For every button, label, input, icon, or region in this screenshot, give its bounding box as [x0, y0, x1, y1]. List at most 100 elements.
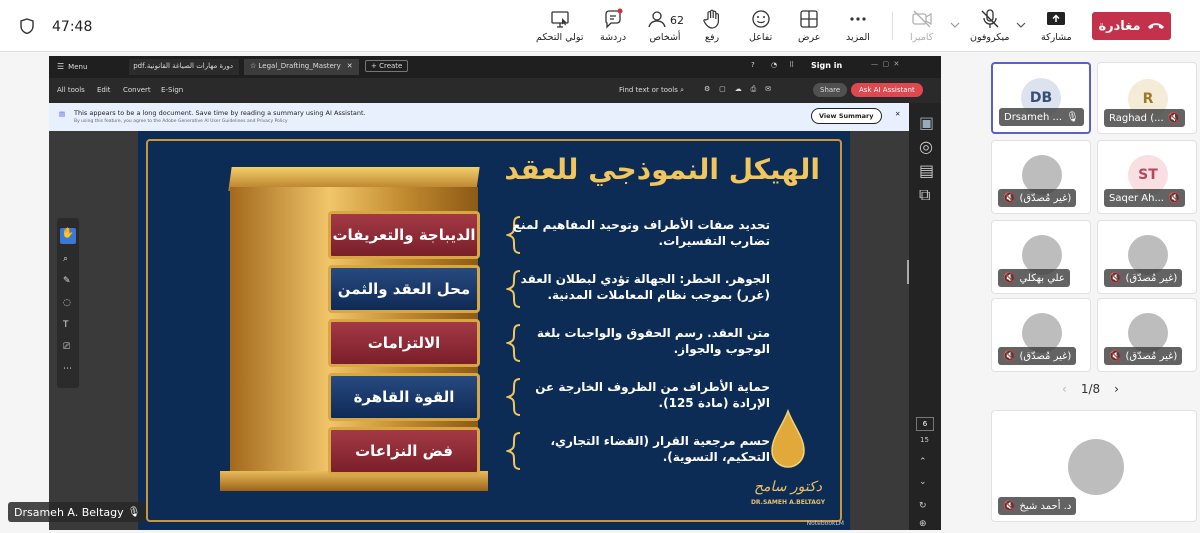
menu-button[interactable]: ☰ Menu — [57, 62, 87, 71]
page-number-field[interactable]: 6 — [916, 417, 934, 431]
mic-on-icon: 🎙 — [127, 506, 141, 518]
stamp-tool-icon[interactable]: ⎚ — [63, 342, 70, 352]
pager-text: 1/8 — [1080, 382, 1101, 396]
people-label: أشخاص — [649, 32, 681, 43]
tool-edit[interactable]: Edit — [97, 86, 111, 94]
participant-tile[interactable]: (غير مُصدّق) 🔇 — [1097, 298, 1197, 372]
people-icon — [648, 11, 666, 28]
notebooklm-watermark: NotebookLM — [806, 520, 844, 527]
chat-icon — [605, 8, 623, 29]
view-summary-button[interactable]: View Summary — [811, 108, 882, 124]
bell-icon[interactable]: ◔ — [771, 61, 777, 69]
star-icon: ☆ — [250, 62, 259, 70]
gallery-pager: ‹ 1/8 › — [1062, 382, 1119, 396]
chat-button[interactable]: دردشة — [600, 8, 626, 48]
participant-name: (غير مُصدّق) — [1125, 350, 1178, 362]
participant-tile-large[interactable]: د. أحمد شيخ 🔇 — [991, 410, 1197, 522]
participant-tile[interactable]: (غير مُصدّق) 🔇 — [991, 140, 1091, 214]
toolbar-divider — [892, 12, 893, 40]
text-tool-icon[interactable]: T — [63, 320, 69, 330]
pen-tool-icon[interactable]: ✎ — [63, 276, 71, 286]
brand-text: DR.SAMEH A.BELTAGY — [750, 499, 826, 506]
banner-text: This appears to be a long document. Save… — [74, 109, 366, 117]
raise-hand-button[interactable]: رفع — [701, 8, 723, 48]
apps-grid-icon[interactable]: ⠿ — [789, 61, 794, 69]
tool-convert[interactable]: Convert — [123, 86, 151, 94]
view-button[interactable]: عرض — [798, 8, 820, 48]
mic-options-chevron-icon[interactable] — [1016, 20, 1026, 30]
sign-in-link[interactable]: Sign in — [811, 61, 842, 70]
camera-options-chevron-icon[interactable] — [950, 20, 960, 30]
camera-button[interactable]: كاميرا — [910, 8, 933, 48]
mic-off-icon — [981, 9, 999, 28]
more-button[interactable]: المزيد — [846, 8, 870, 48]
layers-icon[interactable]: ◎ — [919, 137, 933, 156]
take-control-button[interactable]: تولي التحكم — [536, 8, 584, 48]
more-tools-icon[interactable]: ⋯ — [63, 364, 72, 374]
mic-button[interactable]: ميكروفون — [970, 8, 1009, 48]
banner-subtext: By using this feature, you agree to the … — [74, 119, 288, 124]
anonymous-avatar-icon — [1068, 439, 1124, 495]
rotate-icon[interactable]: ↻ — [919, 501, 927, 511]
acrobat-titlebar: ☰ Menu دورة مهارات الصياغة القانونية.pdf … — [49, 56, 941, 78]
zoom-in-icon[interactable]: ⊕ — [919, 519, 927, 529]
participant-tile[interactable]: DB Drsameh ... 🎙 — [991, 62, 1091, 134]
zoom-tool-icon[interactable]: ⌕ — [63, 254, 68, 264]
page-total: 15 — [920, 436, 929, 444]
mic-off-icon: 🔇 — [1109, 272, 1122, 284]
react-button[interactable]: تفاعل — [749, 8, 772, 48]
more-icon — [850, 17, 866, 21]
view-label: عرض — [798, 32, 821, 43]
participant-name: علي بهكلي — [1019, 272, 1065, 284]
participant-nametag: Saqer Ah... 🔇 — [1104, 189, 1186, 207]
tab-pdf[interactable]: دورة مهارات الصياغة القانونية.pdf — [129, 59, 239, 75]
window-controls[interactable]: — ▢ ✕ — [871, 60, 899, 68]
tool-esign[interactable]: E-Sign — [161, 86, 183, 94]
participant-name: (غير مُصدّق) — [1125, 272, 1178, 284]
acrobat-toolbar: All tools Edit Convert E-Sign Find text … — [49, 78, 941, 103]
page-up-icon[interactable]: ⌃ — [919, 457, 927, 467]
participant-tile[interactable]: (غير مُصدّق) 🔇 — [991, 298, 1091, 372]
mic-off-icon: 🔇 — [1109, 350, 1122, 362]
shield-icon[interactable] — [20, 18, 34, 34]
participant-tile[interactable]: R Raghad (... 🔇 — [1097, 62, 1197, 134]
lasso-tool-icon[interactable]: ◌ — [63, 298, 71, 308]
leave-button[interactable]: مغادرة — [1092, 12, 1171, 40]
find-input[interactable]: Find text or tools ⌕ — [619, 86, 684, 95]
scrollbar[interactable] — [907, 260, 909, 284]
tab-active[interactable]: ☆ Legal_Drafting_Mastery ✕ — [244, 59, 359, 75]
bookmark-icon[interactable]: ▤ — [919, 161, 934, 180]
gold-drop-icon — [771, 409, 805, 468]
copy-icon[interactable]: ⧉ — [919, 185, 930, 205]
people-button[interactable]: 62 أشخاص — [646, 8, 684, 48]
presenter-name: Drsameh A. Beltagy — [14, 505, 124, 519]
slide-page: الهيكل النموذجي للعقد الديباجة والتعريفا… — [138, 131, 850, 530]
presenter-nametag: Drsameh A. Beltagy 🎙 — [8, 502, 147, 522]
create-button[interactable]: + Create — [365, 60, 409, 72]
comment-icon[interactable]: ▣ — [919, 113, 934, 132]
share-button[interactable]: مشاركة — [1041, 8, 1072, 48]
participant-name: د. أحمد شيخ — [1019, 500, 1072, 512]
chat-label: دردشة — [600, 32, 627, 43]
tool-all-tools[interactable]: All tools — [57, 86, 85, 94]
people-count: 62 — [670, 13, 684, 27]
participant-nametag: علي بهكلي 🔇 — [998, 269, 1070, 287]
hand-tool-icon[interactable]: ✋ — [60, 228, 76, 244]
close-icon[interactable]: ✕ — [347, 62, 353, 70]
ask-ai-button[interactable]: Ask AI Assistant — [851, 83, 923, 97]
participant-tile[interactable]: علي بهكلي 🔇 — [991, 220, 1091, 294]
tools-icons[interactable]: ⚙ ▢ ☁ ⎙ ✉ — [704, 85, 771, 94]
share-pdf-button[interactable]: Share — [813, 83, 848, 97]
next-page-icon[interactable]: › — [1114, 382, 1119, 396]
mic-off-icon: 🔇 — [1003, 192, 1016, 204]
create-label: Create — [379, 62, 403, 70]
help-icon[interactable]: ? — [751, 61, 755, 69]
leave-label: مغادرة — [1098, 18, 1141, 34]
participant-name: Saqer Ah... — [1109, 192, 1164, 204]
participant-tile[interactable]: (غير مُصدّق) 🔇 — [1097, 220, 1197, 294]
participant-tile[interactable]: ST Saqer Ah... 🔇 — [1097, 140, 1197, 214]
page-down-icon[interactable]: ⌄ — [919, 477, 927, 487]
previous-page-icon[interactable]: ‹ — [1062, 382, 1067, 396]
close-banner-icon[interactable]: ✕ — [895, 110, 900, 118]
react-label: تفاعل — [749, 32, 773, 43]
